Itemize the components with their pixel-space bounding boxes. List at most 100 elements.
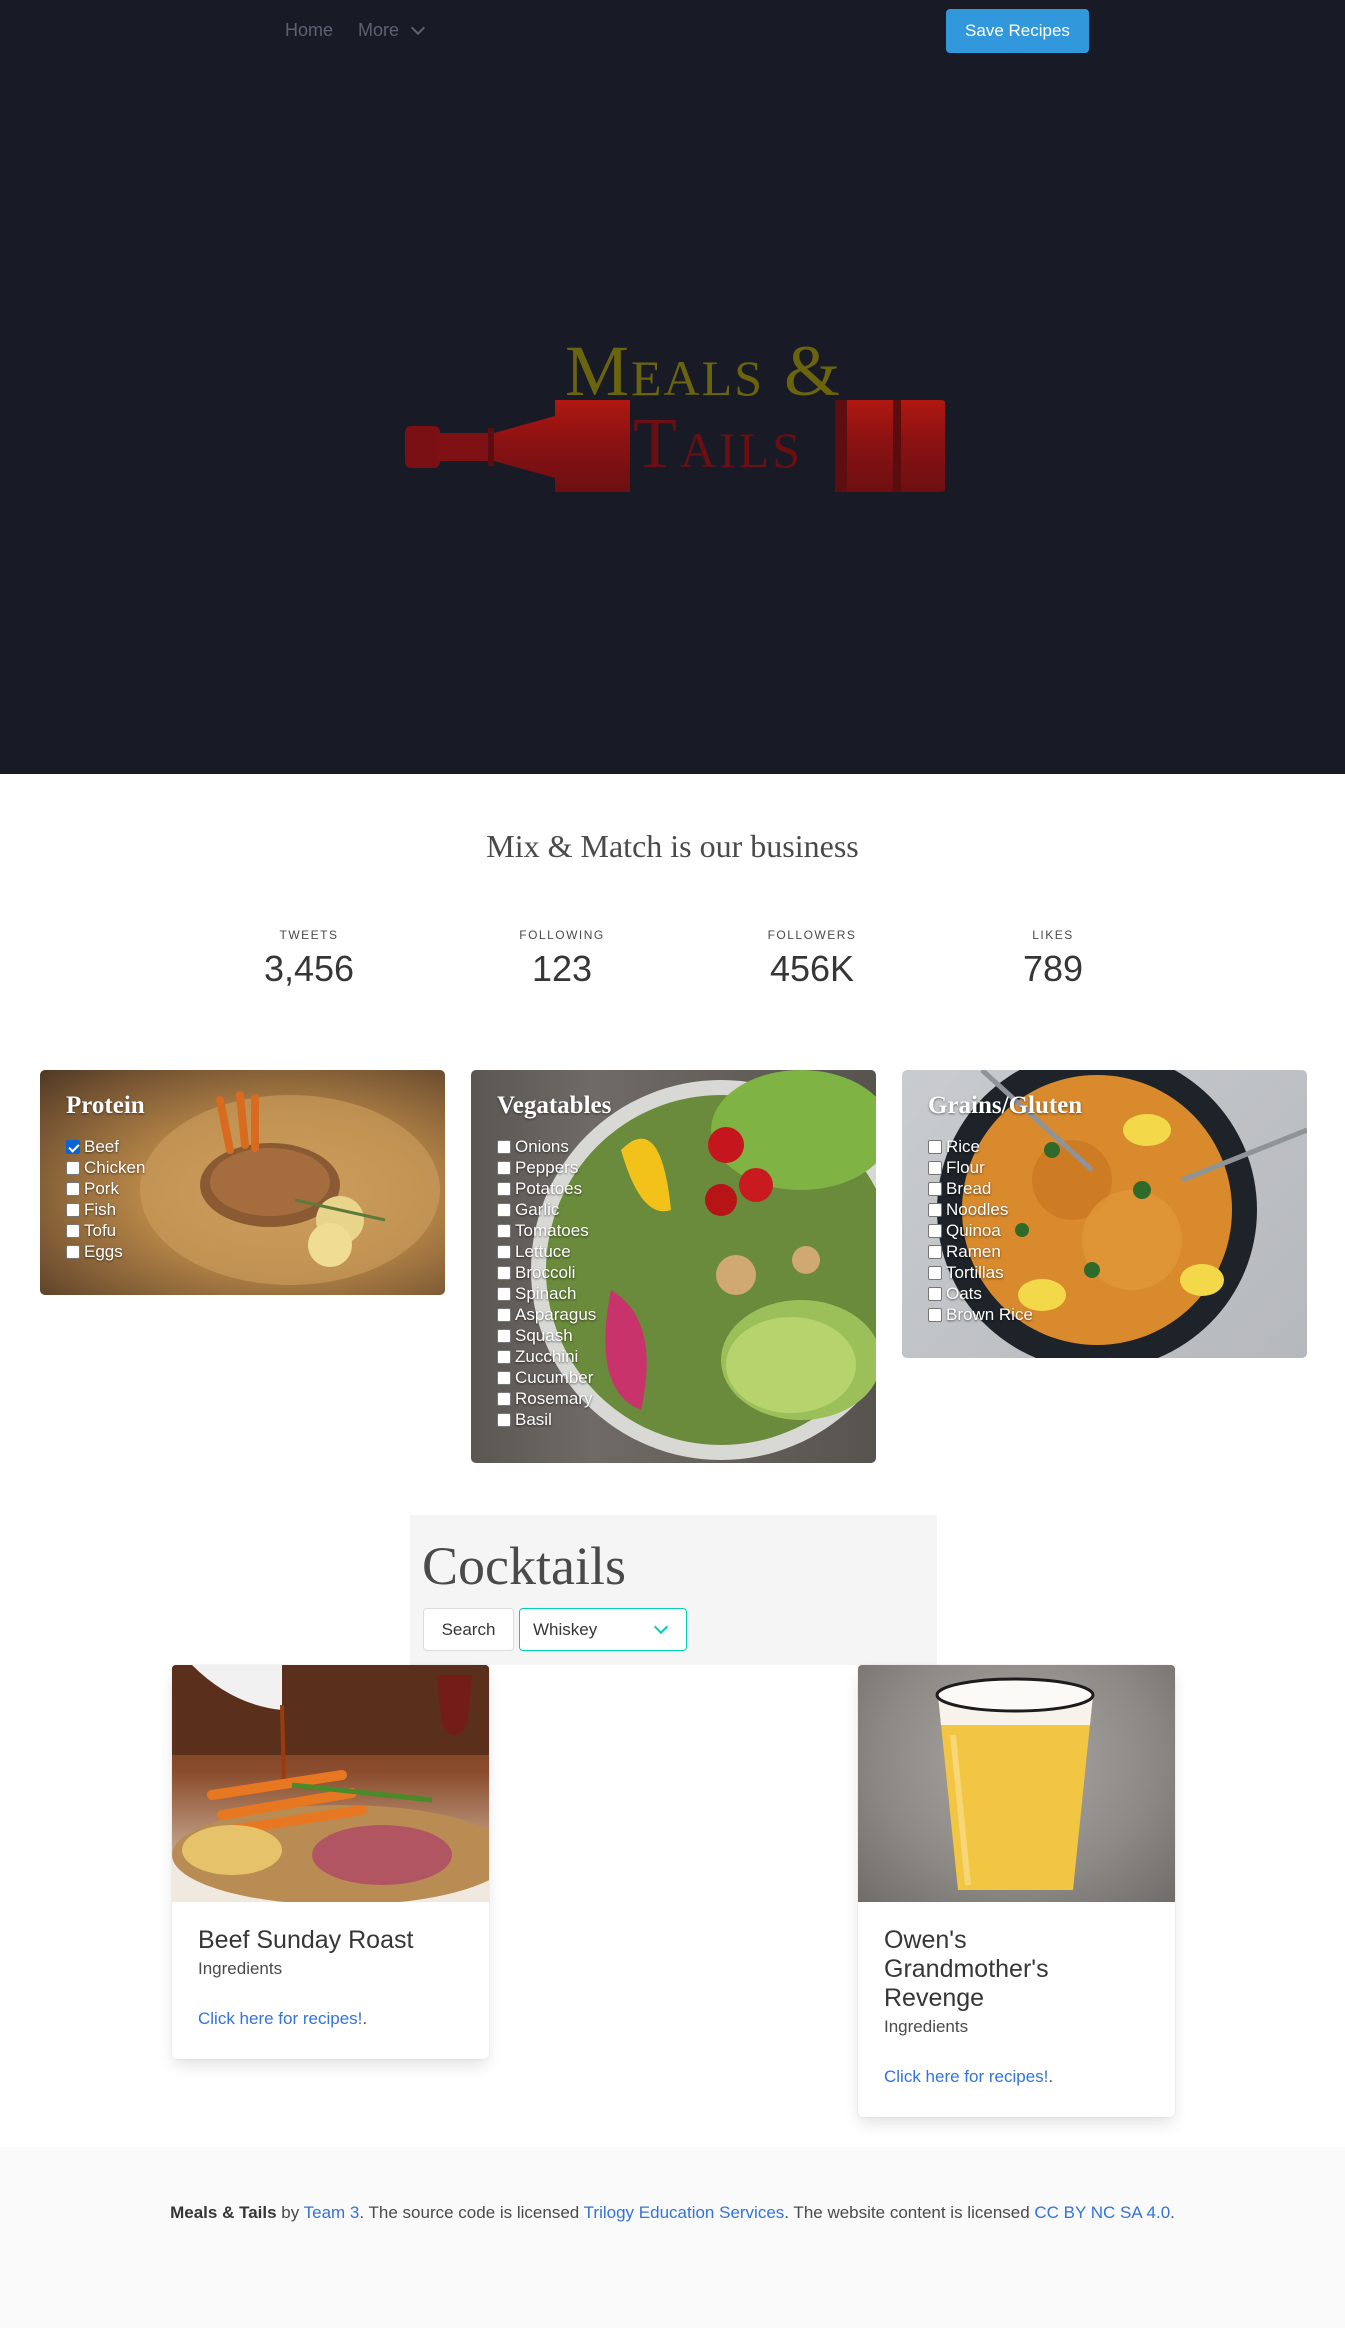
checkbox[interactable] xyxy=(66,1223,80,1238)
checkbox[interactable] xyxy=(66,1202,80,1217)
footer-by: by xyxy=(276,2203,304,2222)
checkbox[interactable] xyxy=(497,1328,511,1343)
checkbox-checked[interactable] xyxy=(66,1139,80,1154)
footer-brand: Meals & Tails xyxy=(170,2203,277,2222)
checkbox[interactable] xyxy=(497,1307,511,1322)
recipe-link[interactable]: Click here for recipes! xyxy=(884,2067,1048,2086)
checkbox[interactable] xyxy=(928,1244,942,1259)
ingredient-option[interactable]: Zucchini xyxy=(497,1346,850,1367)
ingredient-option[interactable]: Cucumber xyxy=(497,1367,850,1388)
checkbox[interactable] xyxy=(497,1349,511,1364)
checkbox[interactable] xyxy=(497,1265,511,1280)
ingredient-option[interactable]: Tortillas xyxy=(928,1262,1281,1283)
ingredient-label: Fish xyxy=(84,1200,117,1219)
ingredient-option[interactable]: Bread xyxy=(928,1178,1281,1199)
ingredient-option[interactable]: Oats xyxy=(928,1283,1281,1304)
cocktail-search-button[interactable]: Search xyxy=(423,1608,514,1651)
stat-label: FOLLOWING xyxy=(519,928,605,942)
ingredient-label: Noodles xyxy=(946,1200,1009,1219)
ingredient-label: Tofu xyxy=(84,1221,117,1240)
ingredient-option[interactable]: Peppers xyxy=(497,1157,850,1178)
ingredient-label: Pork xyxy=(84,1179,119,1198)
checkbox[interactable] xyxy=(497,1202,511,1217)
checkbox[interactable] xyxy=(928,1202,942,1217)
ingredient-label: Rosemary xyxy=(515,1389,593,1408)
ingredient-option[interactable]: Noodles xyxy=(928,1199,1281,1220)
checkbox[interactable] xyxy=(497,1181,511,1196)
ingredient-option[interactable]: Garlic xyxy=(497,1199,850,1220)
checkbox[interactable] xyxy=(928,1307,942,1322)
checkbox[interactable] xyxy=(66,1244,80,1259)
ingredient-option[interactable]: Ramen xyxy=(928,1241,1281,1262)
ingredient-label: Onions xyxy=(515,1137,569,1156)
recipe-link[interactable]: Click here for recipes! xyxy=(198,2009,362,2028)
checkbox[interactable] xyxy=(497,1223,511,1238)
checkbox[interactable] xyxy=(66,1181,80,1196)
ingredient-option[interactable]: Lettuce xyxy=(497,1241,850,1262)
nav-more-dropdown[interactable]: More xyxy=(358,20,426,41)
stat-value: 123 xyxy=(531,948,593,989)
content-license-link[interactable]: CC BY NC SA 4.0 xyxy=(1034,2203,1170,2222)
stat-likes: LIKES 789 xyxy=(943,928,1163,990)
ingredient-category-title: Grains/Gluten xyxy=(928,1092,1083,1119)
navbar: Home More Save Recipes xyxy=(0,0,1345,62)
ingredient-option[interactable]: Quinoa xyxy=(928,1220,1281,1241)
checkbox[interactable] xyxy=(497,1244,511,1259)
ingredient-option[interactable]: Asparagus xyxy=(497,1304,850,1325)
ingredient-option[interactable]: Chicken xyxy=(66,1157,419,1178)
checkbox[interactable] xyxy=(497,1412,511,1427)
ingredient-option[interactable]: Broccoli xyxy=(497,1262,850,1283)
ingredient-label: Broccoli xyxy=(515,1263,576,1282)
ingredient-option[interactable]: Brown Rice xyxy=(928,1304,1281,1325)
checkbox[interactable] xyxy=(497,1286,511,1301)
chevron-down-icon xyxy=(410,20,426,35)
ingredient-option[interactable]: Fish xyxy=(66,1199,419,1220)
link-suffix: . xyxy=(1048,2067,1054,2086)
checkbox[interactable] xyxy=(497,1370,511,1385)
nav-home-link[interactable]: Home xyxy=(285,20,333,41)
stat-label: LIKES xyxy=(1032,928,1074,942)
spirit-select[interactable]: Whiskey xyxy=(519,1608,687,1651)
footer-text-segment: . The website content is licensed xyxy=(784,2203,1035,2222)
checkbox[interactable] xyxy=(928,1265,942,1280)
stat-value: 789 xyxy=(1022,948,1084,989)
vegetables-card: Vegatables Onions Peppers Potatoes Garli… xyxy=(471,1070,876,1463)
stat-following: FOLLOWING 123 xyxy=(452,928,672,990)
checkbox[interactable] xyxy=(497,1160,511,1175)
footer-text-segment: . xyxy=(1170,2203,1175,2222)
ingredient-label: Cucumber xyxy=(515,1368,594,1387)
ingredient-option[interactable]: Eggs xyxy=(66,1241,419,1262)
checkbox[interactable] xyxy=(497,1391,511,1406)
checkbox[interactable] xyxy=(928,1181,942,1196)
ingredient-option[interactable]: Onions xyxy=(497,1136,850,1157)
ingredient-option[interactable]: Beef xyxy=(66,1136,419,1157)
checkbox[interactable] xyxy=(66,1160,80,1175)
ingredient-option[interactable]: Rice xyxy=(928,1136,1281,1157)
ingredient-option[interactable]: Flour xyxy=(928,1157,1281,1178)
ingredient-option[interactable]: Pork xyxy=(66,1178,419,1199)
ingredient-option[interactable]: Squash xyxy=(497,1325,850,1346)
ingredient-option[interactable]: Tomatoes xyxy=(497,1220,850,1241)
recipe-subtitle: Ingredients xyxy=(884,2017,969,2036)
cocktail-image xyxy=(858,1665,1175,1902)
recipe-title: Owen's Grandmother's Revenge xyxy=(884,1926,1049,2012)
stat-label: TWEETS xyxy=(279,928,339,942)
checkbox[interactable] xyxy=(928,1139,942,1154)
ingredient-label: Potatoes xyxy=(515,1179,583,1198)
team-link[interactable]: Team 3 xyxy=(304,2203,360,2222)
save-recipes-button[interactable]: Save Recipes xyxy=(946,9,1089,53)
checkbox[interactable] xyxy=(928,1286,942,1301)
hero-section: Home More Save Recipes Meals & Tails xyxy=(0,0,1345,774)
ingredient-option[interactable]: Basil xyxy=(497,1409,850,1430)
checkbox[interactable] xyxy=(497,1139,511,1154)
ingredient-option[interactable]: Spinach xyxy=(497,1283,850,1304)
chevron-down-icon xyxy=(653,1619,669,1635)
ingredient-option[interactable]: Potatoes xyxy=(497,1178,850,1199)
cocktails-title: Cocktails xyxy=(422,1536,626,1596)
checkbox[interactable] xyxy=(928,1223,942,1238)
source-license-link[interactable]: Trilogy Education Services xyxy=(584,2203,785,2222)
ingredient-option[interactable]: Tofu xyxy=(66,1220,419,1241)
ingredient-option[interactable]: Rosemary xyxy=(497,1388,850,1409)
checkbox[interactable] xyxy=(928,1160,942,1175)
recipe-link-line: Click here for recipes!. xyxy=(198,2009,463,2029)
